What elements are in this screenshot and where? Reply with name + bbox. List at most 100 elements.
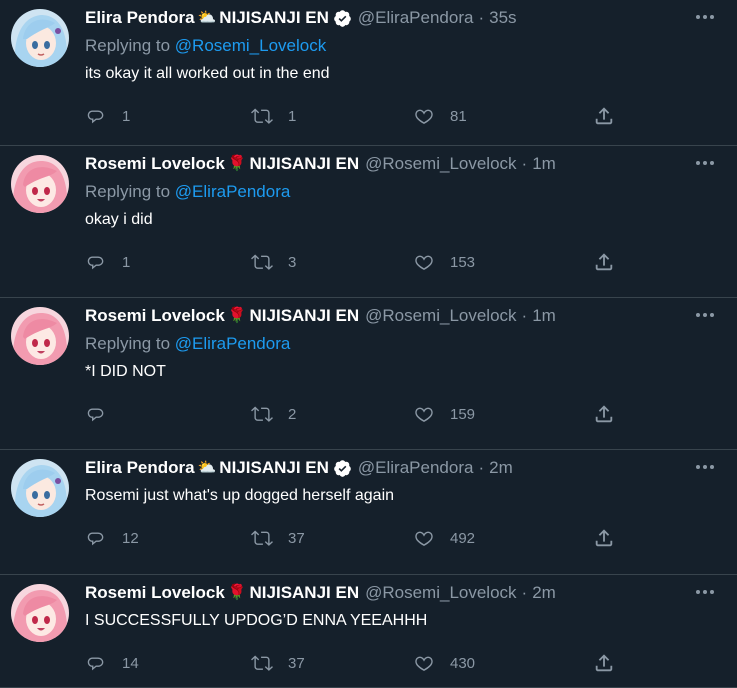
display-name[interactable]: Elira Pendora — [85, 7, 195, 29]
display-name[interactable]: Rosemi Lovelock — [85, 582, 225, 604]
retweet-icon — [251, 254, 273, 270]
avatar-elira[interactable] — [11, 459, 69, 517]
timestamp[interactable]: 2m — [532, 582, 556, 604]
handle[interactable]: @EliraPendora — [358, 7, 474, 29]
tweet-text: I SUCCESSFULLY UPDOG’D ENNA YEEAHHH — [85, 612, 428, 629]
display-name-org[interactable]: NIJISANJI EN — [219, 457, 329, 479]
reply-button[interactable]: 12 — [85, 527, 139, 549]
reply-icon — [87, 657, 104, 671]
retweet-button[interactable]: 1 — [251, 105, 296, 127]
share-icon — [595, 107, 613, 125]
tweet[interactable]: Rosemi Lovelock 🌹 NIJISANJI EN @Rosemi_L… — [0, 146, 737, 298]
handle[interactable]: @Rosemi_Lovelock — [365, 305, 516, 327]
like-button[interactable]: 492 — [413, 527, 475, 549]
retweet-icon — [251, 406, 273, 422]
retweet-count: 37 — [288, 654, 305, 672]
elira-avatar-image — [11, 9, 69, 67]
handle[interactable]: @EliraPendora — [358, 457, 474, 479]
reply-count: 12 — [122, 529, 139, 547]
avatar-rosemi[interactable] — [11, 584, 69, 642]
separator-dot: · — [478, 458, 485, 477]
tweet-actions: 1 1 81 — [85, 105, 717, 135]
retweet-button[interactable]: 37 — [251, 652, 305, 674]
share-button[interactable] — [593, 527, 615, 549]
separator-dot: · — [478, 8, 485, 27]
name-emoji: 🌹 — [227, 584, 247, 601]
timestamp[interactable]: 35s — [489, 7, 516, 29]
share-button[interactable] — [593, 403, 615, 425]
retweet-button[interactable]: 2 — [251, 403, 296, 425]
more-icon[interactable] — [695, 158, 715, 168]
separator-dot: · — [521, 583, 528, 602]
more-icon[interactable] — [695, 310, 715, 320]
tweet-text: Rosemi just what's up dogged herself aga… — [85, 487, 395, 504]
share-icon — [595, 253, 613, 271]
retweet-icon — [251, 530, 273, 546]
handle[interactable]: @Rosemi_Lovelock — [365, 153, 516, 175]
avatar-rosemi[interactable] — [11, 155, 69, 213]
tweet-actions: 1 3 153 — [85, 251, 717, 281]
replying-to-label: Replying to — [85, 36, 171, 55]
heart-icon — [415, 255, 433, 270]
retweet-button[interactable]: 37 — [251, 527, 305, 549]
share-icon — [595, 529, 613, 547]
tweet[interactable]: Elira Pendora ⛅ NIJISANJI EN @EliraPendo… — [0, 0, 737, 146]
reply-icon — [87, 256, 104, 270]
retweet-button[interactable]: 3 — [251, 251, 296, 273]
replying-to-link[interactable]: @EliraPendora — [175, 182, 291, 201]
replying-to: Replying to @Rosemi_Lovelock — [85, 35, 717, 57]
share-button[interactable] — [593, 652, 615, 674]
avatar-rosemi[interactable] — [11, 307, 69, 365]
separator-dot: · — [521, 154, 528, 173]
reply-button[interactable]: 14 — [85, 652, 139, 674]
display-name-org[interactable]: NIJISANJI EN — [250, 305, 360, 327]
like-button[interactable]: 430 — [413, 652, 475, 674]
display-name-org[interactable]: NIJISANJI EN — [250, 582, 360, 604]
reply-button[interactable]: 1 — [85, 251, 130, 273]
reply-button[interactable]: 1 — [85, 105, 130, 127]
replying-to: Replying to @EliraPendora — [85, 333, 717, 355]
display-name[interactable]: Elira Pendora — [85, 457, 195, 479]
tweet[interactable]: Rosemi Lovelock 🌹 NIJISANJI EN @Rosemi_L… — [0, 298, 737, 450]
tweet[interactable]: Rosemi Lovelock 🌹 NIJISANJI EN @Rosemi_L… — [0, 575, 737, 688]
like-button[interactable]: 153 — [413, 251, 475, 273]
tweet-actions: 14 37 430 — [85, 652, 717, 682]
elira-avatar-image — [11, 459, 69, 517]
like-button[interactable]: 159 — [413, 403, 475, 425]
heart-icon — [415, 531, 433, 546]
more-icon[interactable] — [695, 462, 715, 472]
rosemi-avatar-image — [11, 155, 69, 213]
timestamp[interactable]: 1m — [532, 153, 556, 175]
handle[interactable]: @Rosemi_Lovelock — [365, 582, 516, 604]
retweet-icon — [251, 108, 273, 124]
display-name[interactable]: Rosemi Lovelock — [85, 305, 225, 327]
like-count: 81 — [450, 107, 467, 125]
retweet-count: 3 — [288, 253, 297, 271]
share-button[interactable] — [593, 251, 615, 273]
rosemi-avatar-image — [11, 307, 69, 365]
tweet-header: Elira Pendora ⛅ NIJISANJI EN @EliraPendo… — [85, 457, 717, 479]
tweet-text: *I DID NOT — [85, 363, 166, 380]
heart-icon — [415, 407, 433, 422]
tweet[interactable]: Elira Pendora ⛅ NIJISANJI EN @EliraPendo… — [0, 450, 737, 575]
reply-icon — [87, 408, 104, 422]
more-icon[interactable] — [695, 12, 715, 22]
avatar-elira[interactable] — [11, 9, 69, 67]
tweet-text: its okay it all worked out in the end — [85, 65, 330, 82]
replying-to-link[interactable]: @EliraPendora — [175, 334, 291, 353]
reply-count: 14 — [122, 654, 139, 672]
timestamp[interactable]: 2m — [489, 457, 513, 479]
heart-icon — [415, 656, 433, 671]
replying-to-link[interactable]: @Rosemi_Lovelock — [175, 36, 326, 55]
retweet-count: 1 — [288, 107, 297, 125]
name-emoji: 🌹 — [227, 307, 247, 324]
like-button[interactable]: 81 — [413, 105, 467, 127]
display-name[interactable]: Rosemi Lovelock — [85, 153, 225, 175]
share-button[interactable] — [593, 105, 615, 127]
reply-button[interactable] — [85, 403, 122, 425]
display-name-org[interactable]: NIJISANJI EN — [250, 153, 360, 175]
more-icon[interactable] — [695, 587, 715, 597]
timestamp[interactable]: 1m — [532, 305, 556, 327]
tweet-actions: 2 159 — [85, 403, 717, 433]
display-name-org[interactable]: NIJISANJI EN — [219, 7, 329, 29]
